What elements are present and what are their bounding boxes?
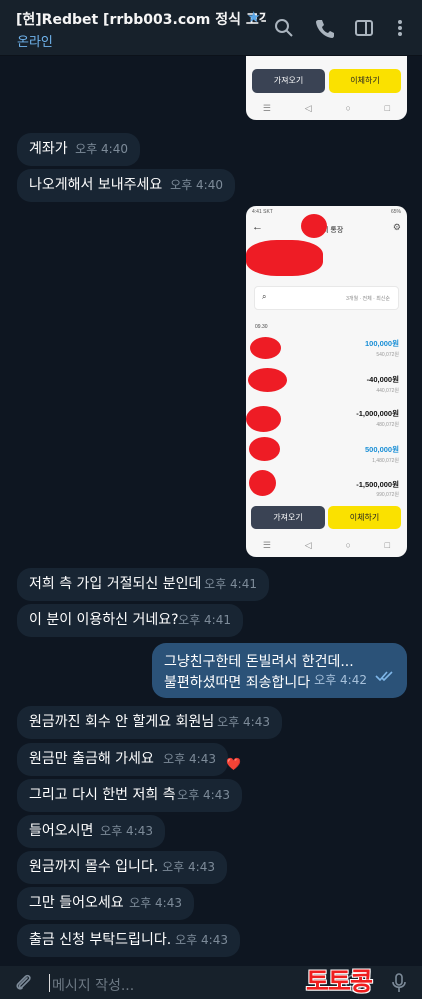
message-text: 원금까지 몰수 입니다. — [29, 859, 159, 875]
redaction-mark — [249, 437, 280, 461]
attach-icon[interactable] — [12, 972, 34, 998]
microphone-icon[interactable] — [390, 972, 408, 998]
tx-amount: -1,500,000원 — [356, 480, 399, 489]
search-icon[interactable] — [273, 17, 295, 39]
message-time: 오후 4:43 — [163, 752, 216, 766]
tx-amount: -40,000원 — [366, 375, 399, 384]
message-bubble: 계좌가 오후 4:40 — [17, 133, 140, 166]
tx-balance: 480,072원 — [376, 422, 399, 428]
tx-balance: 1,480,072원 — [372, 458, 399, 464]
message-time: 오후 4:42 — [314, 673, 367, 687]
message-bubble: 그리고 다시 한번 저희 측 오후 4:43 — [17, 779, 242, 812]
message-text: 그리고 다시 한번 저희 측 — [29, 787, 176, 803]
message-bubble: 원금만 출금해 가세요 오후 4:43 — [17, 743, 228, 776]
heart-reaction-icon[interactable]: ❤️ — [226, 757, 241, 771]
message-text: 이 분이 이용하신 거네요? — [29, 612, 179, 628]
message-time: 오후 4:40 — [170, 178, 223, 192]
recent-icon: □ — [384, 103, 391, 113]
message-bubble: 이 분이 이용하신 거네요? 오후 4:41 — [17, 604, 243, 637]
home-icon: ○ — [345, 540, 351, 550]
watermark-logo: 토토콩 — [306, 967, 373, 996]
back-icon: ◁ — [304, 539, 312, 550]
back-icon: ◁ — [304, 102, 312, 113]
back-arrow-icon: ← — [252, 221, 263, 233]
redaction-mark — [301, 214, 327, 238]
message-bubble: 출금 신청 부탁드립니다. 오후 4:43 — [17, 924, 240, 957]
chat-title[interactable]: [현]Redbet [rrbb003.com 정식 고객... — [16, 9, 266, 29]
message-bubble: 원금까진 회수 안 할게요 회원님 오후 4:43 — [17, 706, 282, 739]
message-time: 오후 4:41 — [204, 577, 257, 591]
text-caret — [49, 974, 50, 992]
message-text: 나오게해서 보내주세요 — [29, 177, 163, 193]
message-time: 오후 4:43 — [177, 788, 230, 802]
message-time: 오후 4:43 — [129, 896, 182, 910]
message-time: 오후 4:43 — [100, 824, 153, 838]
tx-amount: -1,000,000원 — [356, 409, 399, 418]
message-time: 오후 4:43 — [217, 715, 270, 729]
transfer-button-image: 이체하기 — [329, 69, 401, 93]
message-time: 오후 4:43 — [175, 933, 228, 947]
message-time: 오후 4:43 — [162, 860, 215, 874]
status-bar-right: 65% — [390, 209, 401, 215]
tx-balance: 990,072원 — [376, 492, 399, 498]
redaction-mark — [250, 337, 281, 359]
redaction-mark — [246, 406, 281, 432]
chat-header: [현]Redbet [rrbb003.com 정식 고객... ★ 온라인 — [0, 0, 422, 56]
online-status: 온라인 — [17, 35, 53, 50]
message-text: 그만 들어오세요 — [29, 895, 124, 911]
phone-icon[interactable] — [314, 17, 336, 39]
screenshot-image-bank[interactable]: 4:41 SKT 65% ← 의 통장 ⚙ ⌕ 3개월 · 전체 · 최신순 0… — [246, 206, 407, 557]
fetch-button-image: 가져오기 — [252, 69, 325, 93]
message-text: 저희 측 가입 거절되신 분인데 — [29, 576, 202, 592]
redaction-mark — [246, 240, 323, 276]
tx-amount: 100,000원 — [364, 339, 399, 348]
message-text: 출금 신청 부탁드립니다. — [29, 932, 172, 948]
message-text: 원금까진 회수 안 할게요 회원님 — [29, 714, 215, 730]
menu-icon: ☰ — [262, 102, 271, 113]
outgoing-message-bubble: 그냥친구한테 돈빌려서 한건데... 불편하셨따면 죄송합니다 오후 4:42 — [152, 643, 407, 698]
message-bubble: 나오게해서 보내주세요 오후 4:40 — [17, 169, 235, 202]
redaction-mark — [248, 368, 287, 392]
date-label: 09.30 — [255, 324, 268, 330]
transfer-button-image: 이체하기 — [328, 506, 401, 529]
android-navbar: ☰ ◁ ○ □ — [246, 535, 407, 555]
message-text: 원금만 출금해 가세요 — [29, 751, 154, 767]
filter-text: 3개월 · 전체 · 최신순 — [346, 296, 390, 302]
tx-amount: 500,000원 — [364, 445, 399, 454]
status-bar-left: 4:41 SKT — [252, 209, 273, 215]
fetch-button-image: 가져오기 — [251, 506, 325, 529]
search-filter-box: ⌕ 3개월 · 전체 · 최신순 — [254, 286, 399, 310]
tx-balance: 540,072원 — [376, 352, 399, 358]
read-checkmarks-icon — [375, 668, 395, 689]
message-bubble: 저희 측 가입 거절되신 분인데 오후 4:41 — [17, 568, 269, 601]
menu-icon: ☰ — [262, 539, 271, 550]
message-input[interactable]: 메시지 작성... — [52, 975, 134, 995]
home-icon: ○ — [345, 103, 351, 113]
android-navbar: ☰ ◁ ○ □ — [246, 98, 407, 118]
redaction-mark — [249, 470, 276, 496]
sidebar-toggle-icon[interactable] — [353, 17, 375, 39]
star-icon: ★ — [247, 8, 261, 26]
message-time: 오후 4:41 — [178, 613, 231, 627]
settings-icon: ⚙ — [392, 222, 401, 232]
message-time: 오후 4:40 — [75, 142, 128, 156]
recent-icon: □ — [384, 540, 391, 550]
more-menu-icon[interactable] — [389, 17, 411, 39]
tx-balance: 440,072원 — [376, 388, 399, 394]
message-text: 계좌가 — [29, 141, 68, 157]
message-bubble: 그만 들어오세요 오후 4:43 — [17, 887, 194, 920]
message-bubble: 들어오시면 오후 4:43 — [17, 815, 165, 848]
message-bubble: 원금까지 몰수 입니다. 오후 4:43 — [17, 851, 227, 884]
message-text: 들어오시면 — [29, 823, 94, 839]
search-icon: ⌕ — [262, 292, 267, 301]
